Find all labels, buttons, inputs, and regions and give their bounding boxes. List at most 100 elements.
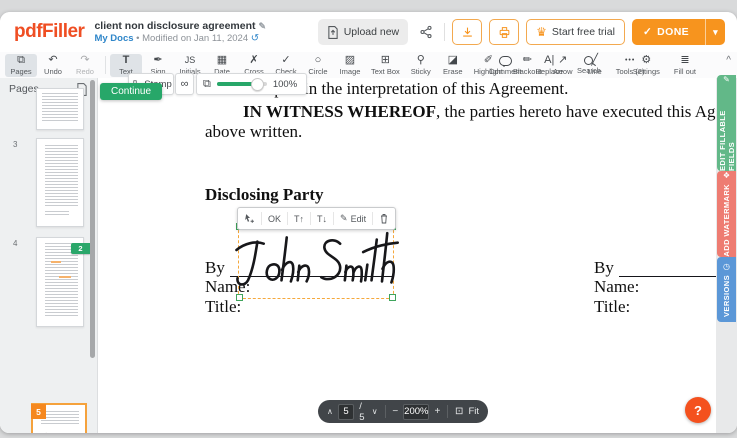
tool-replace[interactable]: A|Replace [531, 54, 569, 77]
next-page-button[interactable]: ∨ [372, 407, 378, 416]
image-icon: ▨ [345, 55, 355, 66]
crown-icon: ♛ [536, 26, 547, 38]
thumbnail-text-lines [45, 243, 78, 317]
tab-edit-fillable-fields[interactable]: ✎ EDIT FILLABLE FIELDS [717, 75, 736, 171]
continue-button[interactable]: Continue [100, 83, 162, 100]
doc-witness-bold: IN WITNESS WHEREOF [243, 102, 436, 121]
header: pdfFiller client non disclosure agreemen… [0, 12, 737, 53]
tool-sticky[interactable]: ⚲Sticky [405, 54, 437, 77]
highlight-mark [59, 276, 71, 278]
edit-signature-button[interactable]: ✎ Edit [334, 212, 373, 225]
current-page-input[interactable]: 5 [338, 404, 354, 420]
toolbar-right: Comment A|Replace Search ⚙Settings ≣Fill… [484, 52, 701, 78]
download-button[interactable] [452, 19, 482, 45]
watermark-icon: ❖ [723, 171, 730, 180]
doc-witness-line: IN WITNESS WHEREOF, the parties hereto h… [205, 102, 716, 122]
copy-icon[interactable]: ⧉ [203, 78, 211, 91]
signature-image[interactable]: John Smith [231, 228, 399, 295]
pages-icon: ⧉ [17, 55, 25, 66]
pager-divider [385, 405, 386, 418]
tool-fill-out[interactable]: ≣Fill out [669, 54, 701, 77]
link-panel[interactable]: ∞ [175, 73, 194, 95]
tool-settings[interactable]: ⚙Settings [628, 54, 665, 77]
thumbnail-text-lines [41, 411, 79, 425]
pdffiller-logo: pdfFiller [14, 21, 84, 43]
document-page: d upon in the interpretation of this Agr… [98, 78, 716, 433]
pages-sidebar: Pages 3 4 2 [0, 78, 98, 433]
font-size-down-button[interactable]: T↓ [311, 212, 334, 225]
text-icon: T [123, 55, 130, 66]
delete-signature-button[interactable] [373, 212, 395, 225]
doc-witness-rest: , the parties hereto have executed this … [436, 102, 716, 121]
start-free-trial-label: Start free trial [552, 26, 615, 38]
upload-new-button[interactable]: Upload new [318, 19, 408, 45]
signature-ok-button[interactable]: OK [262, 212, 288, 225]
tool-image[interactable]: ▨Image [334, 54, 366, 77]
pager-bar: ∧ 5 / 5 ∨ − 200% + ⊡ Fit [318, 400, 488, 423]
comment-icon [499, 56, 512, 66]
resize-handle[interactable] [236, 294, 243, 301]
sign-icon: ✒ [153, 55, 162, 66]
print-icon [498, 26, 511, 39]
sticky-icon: ⚲ [417, 55, 425, 66]
modified-date: Modified on Jan 11, 2024 [142, 33, 248, 44]
tab-add-watermark[interactable]: ❖ ADD WATERMARK [717, 171, 736, 257]
page-thumbnail-3[interactable] [36, 138, 84, 227]
versions-clock-icon: ◷ [723, 262, 730, 271]
upload-doc-icon [327, 26, 339, 39]
header-actions: Upload new ♛ Start free trial [318, 19, 725, 45]
zoom-value: 100% [273, 79, 297, 90]
tab-versions[interactable]: ◷ VERSIONS [717, 257, 736, 322]
font-size-up-button[interactable]: T↑ [288, 212, 311, 225]
zoom-panel: ⧉ 100% [196, 73, 307, 95]
document-title: client non disclosure agreement✎ [94, 20, 266, 32]
thumbnail-text-lines [45, 211, 69, 217]
edit-title-icon[interactable]: ✎ [259, 21, 267, 31]
help-button[interactable]: ? [685, 397, 711, 423]
zoom-out-button[interactable]: − [392, 406, 398, 417]
doc-by-label-left: By [205, 258, 225, 278]
trash-icon [379, 213, 389, 224]
tool-search[interactable]: Search [572, 54, 606, 76]
done-dropdown[interactable]: ▾ [705, 19, 725, 45]
sidebar-scrollbar[interactable] [90, 80, 95, 358]
collapse-toolbar-chevron[interactable]: ^ [726, 55, 731, 66]
done-check-icon: ✓ [643, 26, 652, 38]
pages-sidebar-title: Pages [9, 83, 39, 95]
share-button[interactable] [415, 19, 437, 45]
upload-new-label: Upload new [344, 26, 399, 38]
zoom-level-input[interactable]: 200% [403, 404, 429, 420]
fit-button[interactable]: Fit [468, 406, 479, 417]
toolbar: ⧉Pages ↶Undo ↷Redo TText ✒Sign JSInitial… [0, 52, 737, 79]
zoom-slider-knob[interactable] [251, 78, 264, 91]
check-icon: ✓ [281, 55, 290, 66]
tool-text-box[interactable]: ⊞Text Box [366, 54, 405, 77]
page-thumbnail-2[interactable] [36, 88, 84, 130]
tool-circle[interactable]: ○Circle [302, 54, 334, 77]
zoom-slider[interactable] [217, 82, 267, 86]
resize-handle[interactable] [389, 294, 396, 301]
tool-comment[interactable]: Comment [484, 54, 527, 77]
app-window: pdfFiller client non disclosure agreemen… [0, 12, 737, 433]
done-label: DONE [657, 26, 689, 38]
redo-icon: ↷ [80, 55, 89, 66]
previous-page-button[interactable]: ∧ [327, 407, 333, 416]
move-cursor-icon [244, 213, 255, 224]
doc-name-label-right: Name: [594, 277, 639, 297]
breadcrumb[interactable]: My Docs [94, 33, 133, 44]
done-button[interactable]: ✓ DONE ▾ [632, 19, 725, 45]
doc-section-heading: Disclosing Party [205, 185, 324, 205]
tool-erase[interactable]: ◪Erase [437, 54, 469, 77]
tool-undo[interactable]: ↶Undo [37, 54, 69, 77]
history-icon[interactable]: ↺ [251, 33, 259, 44]
doc-title-label-right: Title: [594, 297, 630, 317]
move-signature-button[interactable] [238, 212, 262, 225]
page-number-5-badge: 5 [31, 404, 46, 419]
print-button[interactable] [489, 19, 519, 45]
done-main[interactable]: ✓ DONE [632, 26, 700, 38]
tool-pages[interactable]: ⧉Pages [5, 54, 37, 77]
subtitle-separator: • [136, 33, 139, 44]
edit-label: Edit [351, 214, 367, 224]
start-free-trial-button[interactable]: ♛ Start free trial [526, 19, 625, 45]
zoom-in-button[interactable]: + [434, 406, 440, 417]
